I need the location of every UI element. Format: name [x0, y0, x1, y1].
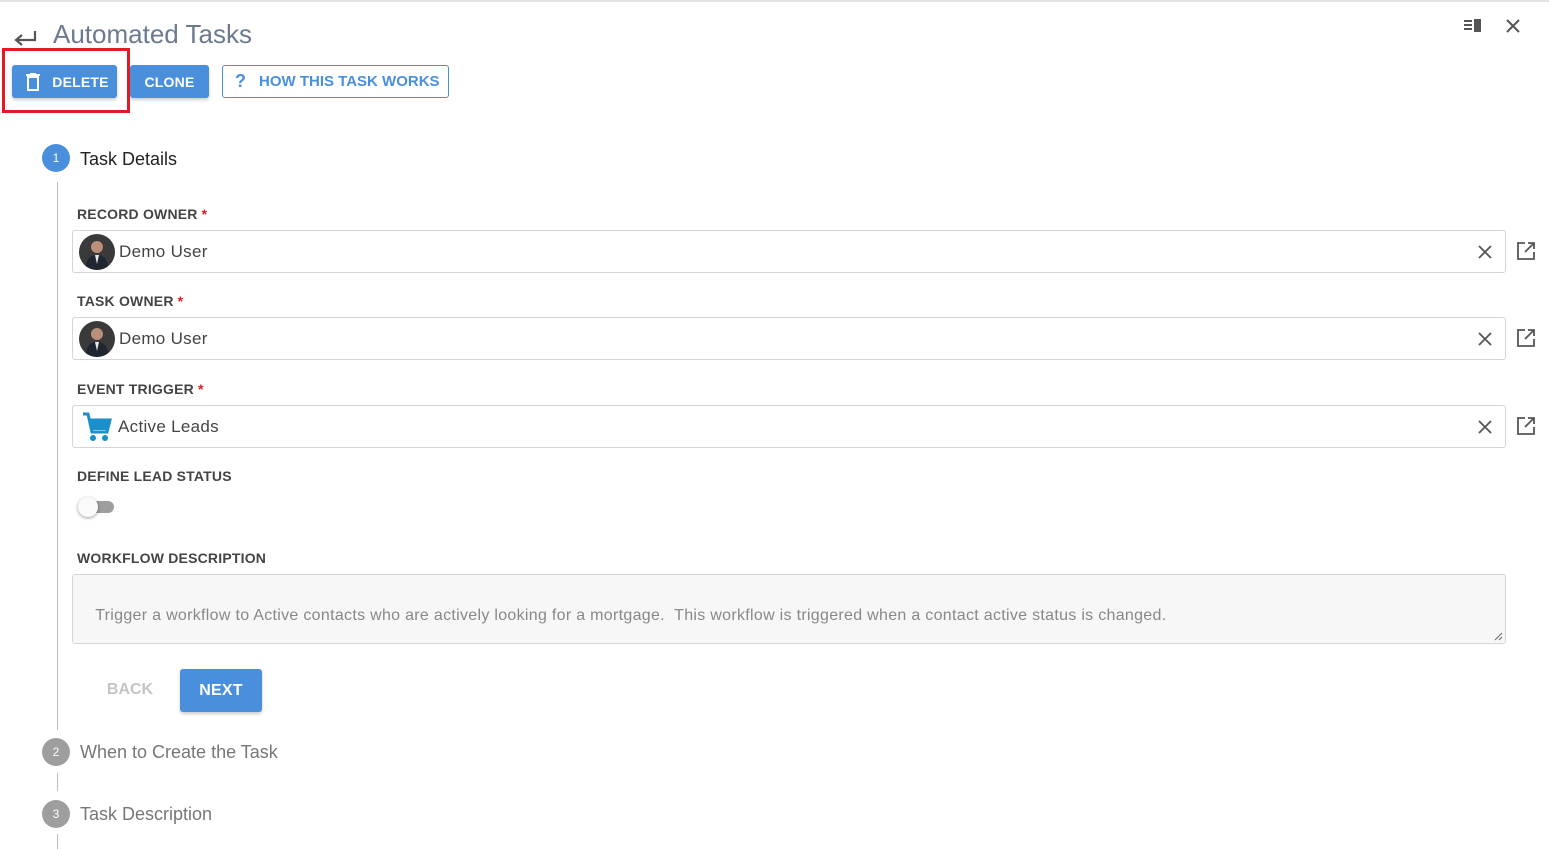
open-external-icon[interactable] [1516, 328, 1536, 348]
split-view-icon[interactable] [1462, 15, 1484, 37]
record-owner-field[interactable]: Demo User [72, 230, 1506, 273]
close-icon[interactable] [1502, 15, 1524, 37]
task-owner-value: Demo User [119, 328, 208, 348]
event-trigger-field[interactable]: Active Leads [72, 405, 1506, 448]
step-1-circle[interactable]: 1 [42, 144, 70, 172]
clear-icon[interactable] [1475, 242, 1495, 262]
avatar [79, 320, 115, 357]
clear-icon[interactable] [1475, 417, 1495, 437]
task-owner-label: TASK OWNER * [77, 293, 183, 309]
step-3-label[interactable]: Task Description [80, 804, 212, 825]
workflow-description-value: Trigger a workflow to Active contacts wh… [95, 607, 1167, 624]
step-connector-line [57, 773, 58, 791]
avatar [79, 233, 115, 270]
required-marker: * [177, 293, 184, 309]
page-title: Automated Tasks [53, 19, 252, 49]
help-icon: ? [235, 71, 246, 91]
event-trigger-label-text: EVENT TRIGGER [77, 381, 194, 397]
open-external-icon[interactable] [1516, 416, 1536, 436]
event-trigger-value: Active Leads [118, 416, 219, 436]
clone-button-label: CLONE [144, 73, 195, 90]
required-marker: * [197, 381, 204, 397]
cart-icon [83, 412, 112, 441]
window-controls [1462, 15, 1524, 37]
how-this-task-works-button[interactable]: ? HOW THIS TASK WORKS [222, 65, 449, 98]
clone-button[interactable]: CLONE [130, 65, 209, 98]
task-owner-field[interactable]: Demo User [72, 317, 1506, 360]
workflow-description-textarea[interactable]: Trigger a workflow to Active contacts wh… [72, 574, 1506, 644]
step-2-label[interactable]: When to Create the Task [80, 742, 278, 763]
back-arrow-icon[interactable] [13, 28, 39, 48]
action-toolbar: DELETE CLONE ? HOW THIS TASK WORKS [12, 65, 449, 98]
delete-button[interactable]: DELETE [12, 65, 117, 98]
define-lead-status-toggle[interactable] [78, 497, 116, 517]
top-border [0, 0, 1549, 2]
record-owner-label-text: RECORD OWNER [77, 206, 198, 222]
record-owner-value: Demo User [119, 241, 208, 261]
back-button[interactable]: BACK [95, 672, 165, 708]
trash-icon [26, 72, 41, 91]
step-1-label[interactable]: Task Details [80, 149, 177, 170]
how-this-task-works-label: HOW THIS TASK WORKS [259, 73, 440, 90]
step-connector-line [57, 182, 58, 730]
event-trigger-label: EVENT TRIGGER * [77, 381, 204, 397]
define-lead-status-label: DEFINE LEAD STATUS [77, 468, 232, 484]
task-owner-label-text: TASK OWNER [77, 293, 174, 309]
workflow-description-label: WORKFLOW DESCRIPTION [77, 550, 267, 566]
step-2-circle[interactable]: 2 [42, 738, 70, 766]
open-external-icon[interactable] [1516, 241, 1536, 261]
next-button[interactable]: NEXT [180, 669, 262, 712]
delete-button-label: DELETE [52, 73, 109, 90]
required-marker: * [201, 206, 208, 222]
clear-icon[interactable] [1475, 329, 1495, 349]
resize-grip-icon[interactable] [1493, 631, 1503, 641]
step-3-circle[interactable]: 3 [42, 800, 70, 828]
record-owner-label: RECORD OWNER * [77, 206, 207, 222]
toggle-thumb [78, 497, 98, 517]
step-connector-line [57, 834, 58, 849]
